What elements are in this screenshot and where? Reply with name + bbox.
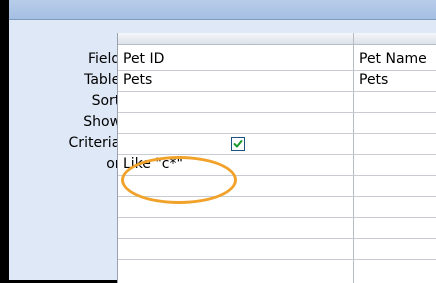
criteria-row-label: Criteria: (68, 135, 125, 151)
field-cell-col1[interactable]: Pet ID (123, 49, 351, 70)
column-selector-pet-id[interactable] (118, 33, 353, 45)
row-divider (118, 112, 436, 113)
field-cell-col2[interactable]: Pet Name (359, 49, 436, 70)
or-cell-col1[interactable] (123, 175, 351, 196)
column-selector-pet-name[interactable] (354, 33, 436, 45)
criteria-cell-col1[interactable]: Like "c*" (123, 154, 351, 175)
sort-row-label: Sort: (91, 93, 125, 109)
checkmark-icon (233, 140, 243, 148)
window-title-bar (9, 0, 436, 20)
table-row-label: Table: (84, 72, 125, 88)
row-divider (118, 217, 436, 218)
or-row-label: or: (106, 156, 125, 172)
sort-cell-col1[interactable] (123, 91, 351, 112)
show-checkbox-col1[interactable] (231, 137, 245, 151)
query-design-grid: Pet ID Pets Like "c*" Pet Name Pets (117, 33, 436, 283)
row-divider (118, 196, 436, 197)
row-divider (118, 133, 436, 134)
row-divider (118, 238, 436, 239)
row-divider (118, 259, 436, 260)
field-row-label: Field: (87, 51, 125, 67)
table-cell-col1[interactable]: Pets (123, 70, 351, 91)
show-row-label: Show: (83, 114, 125, 130)
table-cell-col2[interactable]: Pets (359, 70, 436, 91)
